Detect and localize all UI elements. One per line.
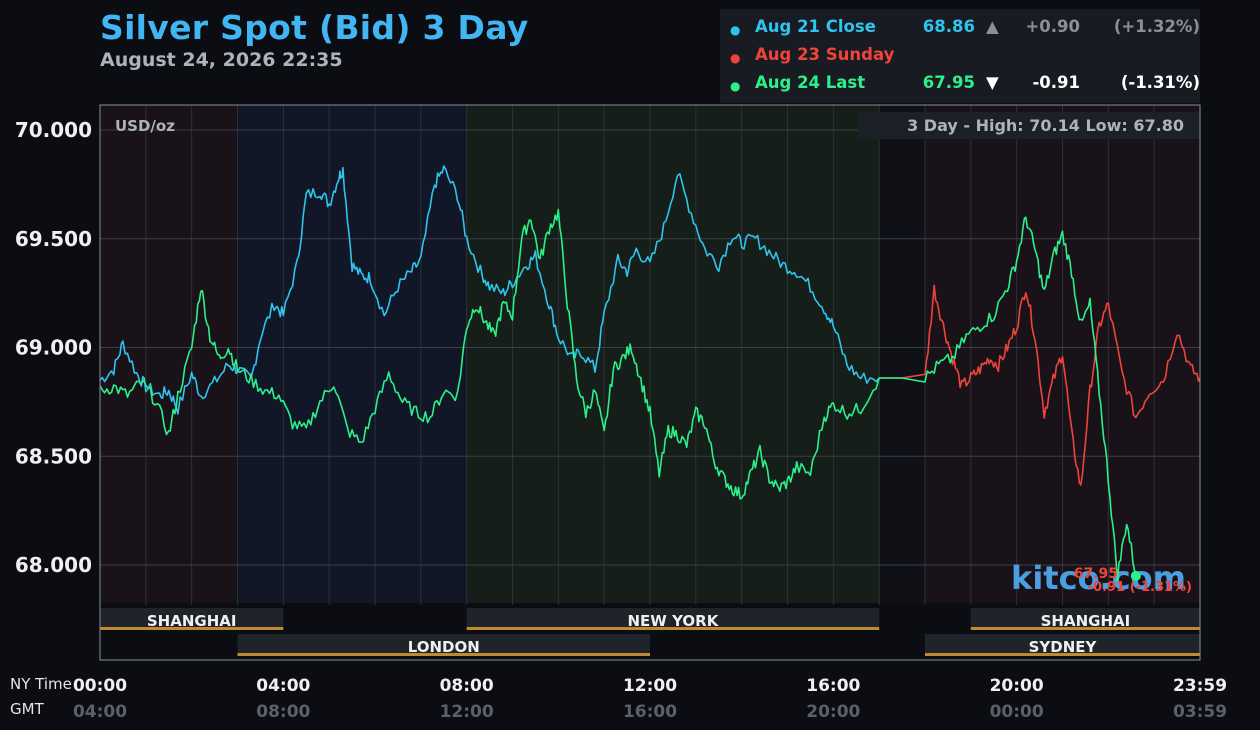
session-band <box>466 105 880 603</box>
session-label: SHANGHAI <box>1041 612 1131 630</box>
gmt-label: GMT <box>10 700 44 718</box>
x-tick-label-gmt: 16:00 <box>622 702 678 722</box>
x-tick-label-ny: 00:00 <box>72 676 128 696</box>
last-change-label: -0.91 (-1.31%) <box>1088 580 1192 595</box>
x-tick-label-gmt: 03:59 <box>1172 702 1228 722</box>
x-tick-label-ny: 16:00 <box>806 676 861 696</box>
x-tick-label-gmt: 12:00 <box>439 702 494 722</box>
x-tick-label-ny: 23:59 <box>1172 676 1228 696</box>
session-label: LONDON <box>408 638 480 656</box>
y-tick-label: 70.000 <box>15 118 92 142</box>
session-band <box>237 105 467 603</box>
y-tick-label: 68.500 <box>15 444 92 468</box>
x-tick-label-ny: 08:00 <box>439 676 494 696</box>
x-tick-label-gmt: 08:00 <box>256 702 311 722</box>
range-label: 3 Day - High: 70.14 Low: 67.80 <box>907 116 1184 135</box>
x-tick-label-ny: 04:00 <box>256 676 311 696</box>
y-tick-label: 68.000 <box>15 553 92 577</box>
y-tick-label: 69.500 <box>15 227 92 251</box>
x-tick-label-ny: 12:00 <box>622 676 678 696</box>
session-label: SHANGHAI <box>147 612 237 630</box>
x-tick-label-gmt: 00:00 <box>989 702 1044 722</box>
x-tick-label-ny: 20:00 <box>989 676 1044 696</box>
session-label: SYDNEY <box>1029 638 1098 656</box>
price-chart: SHANGHAI NEW YORK SHANGHAI LONDON SYDNEY 70.… <box>15 104 1201 661</box>
y-tick-label: 69.000 <box>15 336 92 360</box>
unit-label: USD/oz <box>115 117 175 135</box>
x-tick-label-gmt: 04:00 <box>72 702 128 722</box>
session-label: NEW YORK <box>628 612 720 630</box>
x-tick-label-gmt: 20:00 <box>806 702 861 722</box>
